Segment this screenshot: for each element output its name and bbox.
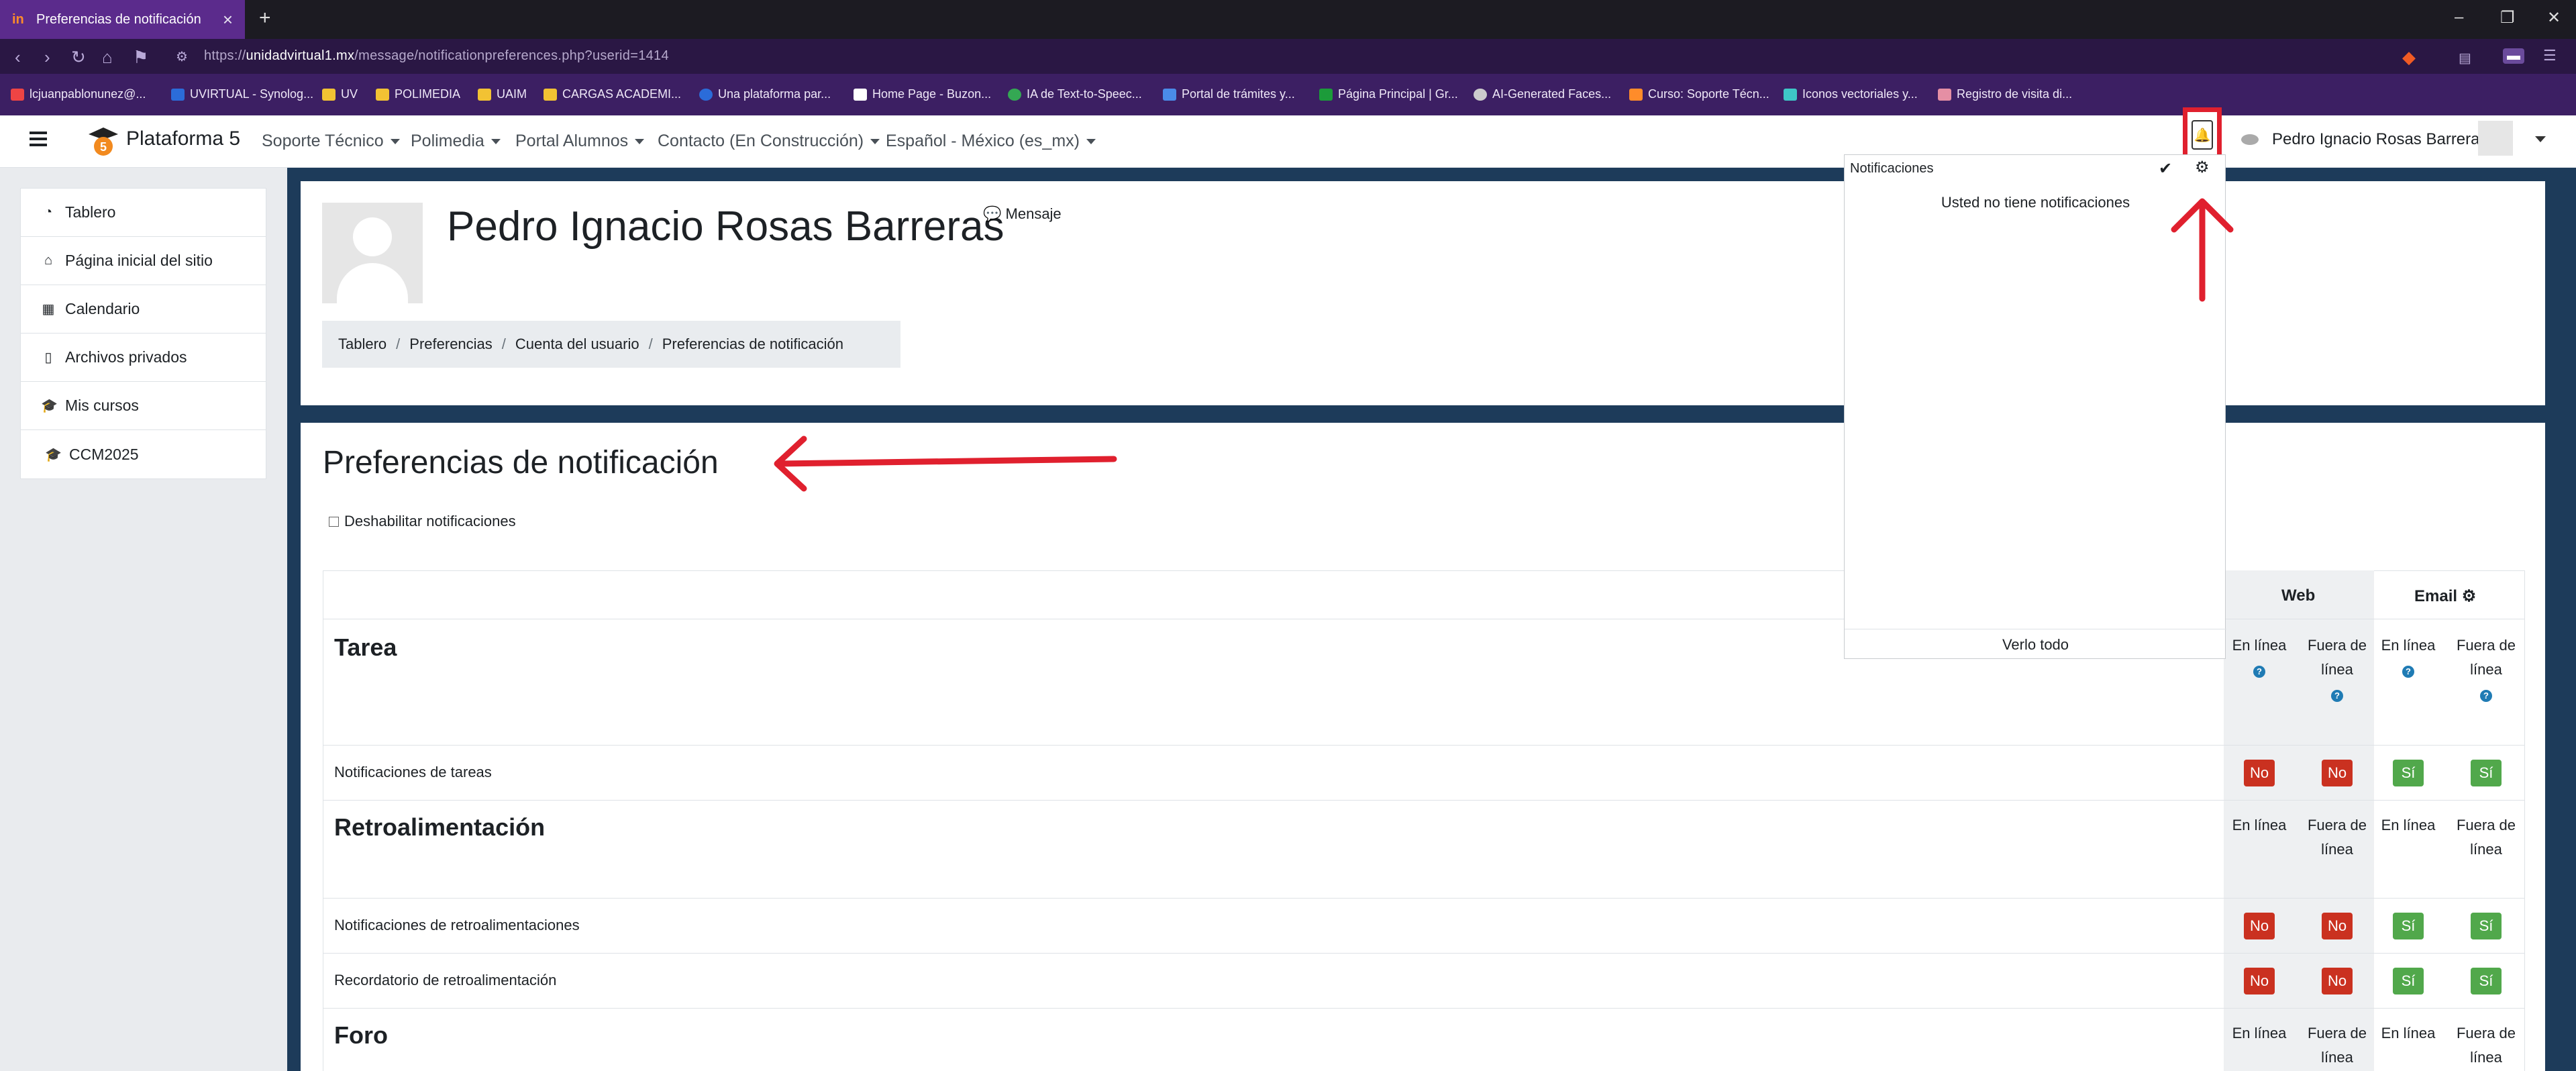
annotation-arrow-left: [774, 436, 1117, 492]
annotation-arrow-up: [2171, 198, 2234, 302]
annotation-overlay: [774, 198, 2234, 492]
